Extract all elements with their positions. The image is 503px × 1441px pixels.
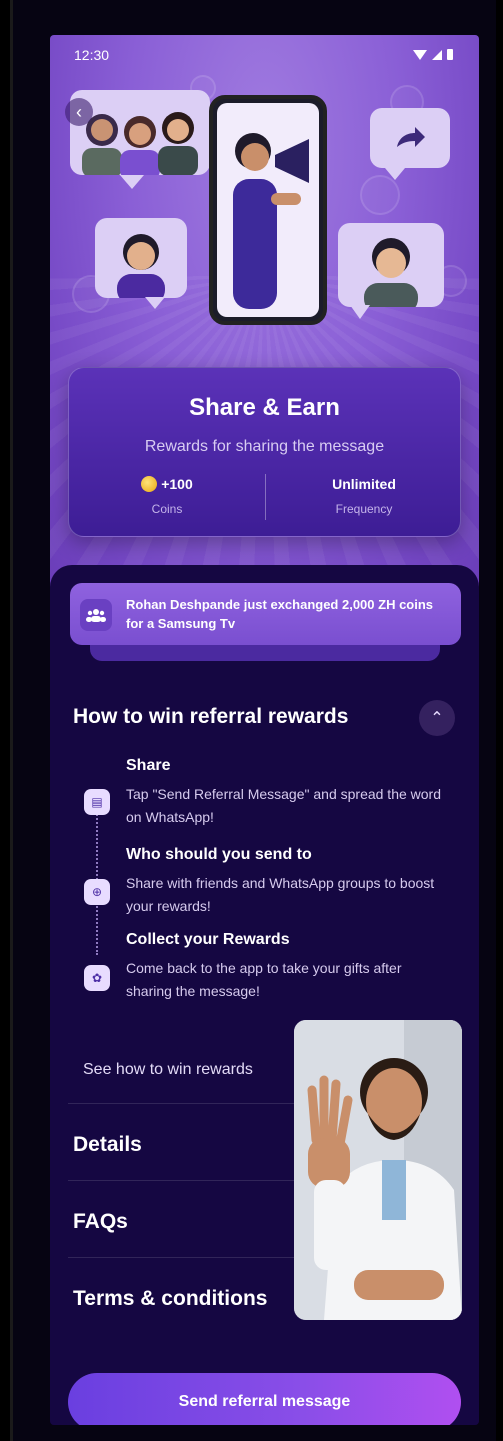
card-title: Share & Earn xyxy=(189,394,340,421)
bubble-tail xyxy=(385,168,405,180)
phone-illustration xyxy=(209,95,327,325)
bubble-tail xyxy=(350,305,370,319)
activity-ticker: Rohan Deshpande just exchanged 2,000 ZH … xyxy=(70,583,461,645)
step-desc: Come back to the app to take your gifts … xyxy=(126,960,402,999)
rewards-panel: Rohan Deshpande just exchanged 2,000 ZH … xyxy=(50,565,479,1425)
wifi-icon xyxy=(413,49,427,60)
users-icon xyxy=(80,599,112,631)
terms-link[interactable]: Terms & conditions xyxy=(73,1287,267,1311)
status-icons xyxy=(413,49,453,60)
faqs-link[interactable]: FAQs xyxy=(73,1210,128,1234)
coin-decoration xyxy=(360,175,400,215)
coins-label: Coins xyxy=(151,502,183,516)
group-chat-bubble xyxy=(70,90,210,175)
send-referral-button[interactable]: Send referral message xyxy=(68,1373,461,1425)
status-time: 12:30 xyxy=(74,47,110,63)
battery-icon xyxy=(447,49,453,60)
coin-icon xyxy=(141,476,158,492)
friend-avatar xyxy=(364,238,418,307)
chevron-left-icon: ‹ xyxy=(76,101,82,122)
chevron-up-icon: ⌃ xyxy=(430,710,444,727)
frequency-stat: Unlimited Frequency xyxy=(266,476,462,516)
back-button[interactable]: ‹ xyxy=(65,98,93,126)
steps-connector xyxy=(96,795,98,955)
app-screen: 12:30 ‹ Share & Earn Rewards for sharing… xyxy=(50,35,479,1425)
collapse-button[interactable]: ⌃ xyxy=(419,700,455,736)
friend-bubble-right xyxy=(338,223,444,307)
frame-edge xyxy=(10,0,13,1441)
step-title: Who should you send to xyxy=(126,846,312,863)
step-title: Share xyxy=(126,757,171,774)
frequency-value: Unlimited xyxy=(332,476,396,492)
message-icon: ▤ xyxy=(84,789,110,815)
coins-stat: +100 Coins xyxy=(69,476,265,516)
frequency-label: Frequency xyxy=(335,502,393,516)
group-illustration xyxy=(82,112,198,175)
friend-avatar xyxy=(117,234,165,298)
details-link[interactable]: Details xyxy=(73,1133,142,1157)
how-to-title: How to win referral rewards xyxy=(73,705,349,728)
see-how-link[interactable]: See how to win rewards xyxy=(83,1061,253,1079)
doctor-video-overlay[interactable] xyxy=(294,1020,462,1320)
ticker-text: Rohan Deshpande just exchanged 2,000 ZH … xyxy=(126,597,434,631)
bubble-tail xyxy=(145,297,165,309)
step-desc: Share with friends and WhatsApp groups t… xyxy=(126,875,435,914)
coins-value: +100 xyxy=(161,476,193,492)
megaphone-icon xyxy=(275,139,309,183)
card-subtitle: Rewards for sharing the message xyxy=(144,438,385,455)
doctor-illustration xyxy=(294,1020,462,1320)
step-desc: Tap "Send Referral Message" and spread t… xyxy=(126,786,442,825)
add-contact-icon: ⊕ xyxy=(84,879,110,905)
share-earn-card: Share & Earn Rewards for sharing the mes… xyxy=(68,367,461,537)
gift-icon: ✿ xyxy=(84,965,110,991)
friend-bubble-left xyxy=(95,218,187,298)
share-arrow-icon xyxy=(397,127,425,147)
step-title: Collect your Rewards xyxy=(126,931,290,948)
share-bubble xyxy=(370,108,450,168)
signal-icon xyxy=(432,49,442,60)
megaphone-man-illustration xyxy=(233,133,309,309)
phone-screen xyxy=(217,103,319,317)
bubble-tail xyxy=(120,175,144,189)
